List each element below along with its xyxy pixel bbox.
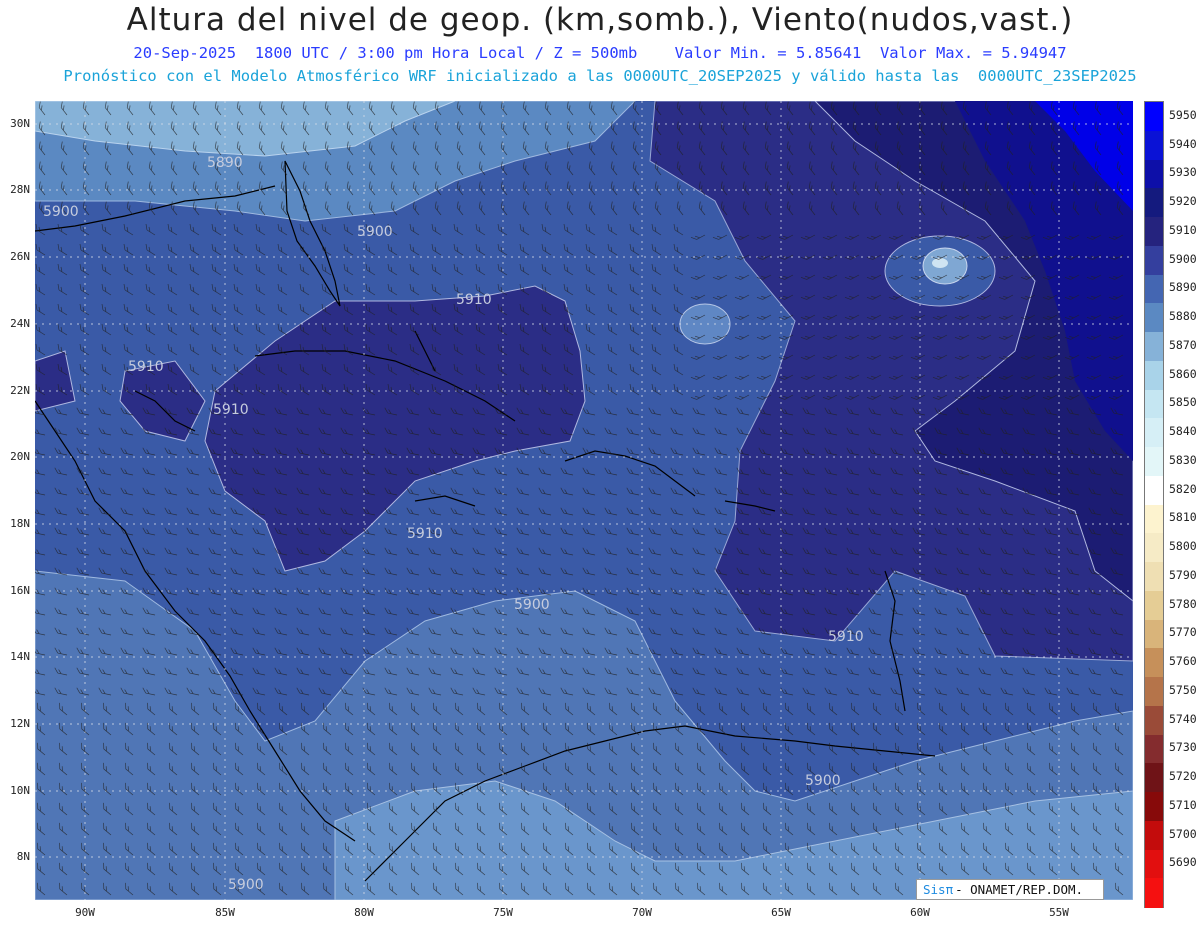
legend-level-label: 5740 bbox=[1169, 711, 1197, 726]
legend-level-label: 5780 bbox=[1169, 596, 1197, 611]
legend-level-label: 5890 bbox=[1169, 280, 1197, 295]
y-tick-label: 16N bbox=[10, 584, 30, 597]
credit-box: Sisπ - ONAMET/REP.DOM. bbox=[916, 879, 1104, 900]
y-tick-label: 12N bbox=[10, 717, 30, 730]
legend-level-label: 5950 bbox=[1169, 107, 1197, 122]
legend-swatch bbox=[1145, 332, 1163, 362]
y-tick-label: 10N bbox=[10, 784, 30, 797]
legend-swatch bbox=[1145, 705, 1163, 735]
x-tick-label: 80W bbox=[354, 906, 374, 919]
legend-level-label: 5860 bbox=[1169, 366, 1197, 381]
credit-symbol: Sisπ bbox=[923, 882, 954, 897]
contour-label: 5910 bbox=[828, 629, 864, 645]
legend-level-label: 5770 bbox=[1169, 625, 1197, 640]
legend-swatch bbox=[1145, 849, 1163, 879]
legend-level-label: 5840 bbox=[1169, 424, 1197, 438]
legend-level-label: 5750 bbox=[1169, 682, 1197, 697]
contour-label: 5910 bbox=[128, 359, 164, 375]
legend-swatch bbox=[1145, 533, 1163, 563]
contour-label: 5900 bbox=[357, 224, 393, 240]
legend-level-label: 5710 bbox=[1169, 797, 1197, 812]
legend-level-label: 5700 bbox=[1169, 826, 1197, 841]
legend-swatch bbox=[1145, 102, 1163, 132]
map-subtitle-model: Pronóstico con el Modelo Atmosférico WRF… bbox=[63, 67, 1137, 85]
y-tick-label: 8N bbox=[16, 850, 30, 863]
contour-label: 5890 bbox=[207, 155, 243, 171]
color-legend bbox=[1144, 101, 1164, 908]
legend-swatch bbox=[1145, 360, 1163, 390]
credit-text: - ONAMET/REP.DOM. bbox=[955, 882, 1084, 897]
y-tick-label: 22N bbox=[10, 384, 30, 397]
contour-label: 5910 bbox=[407, 526, 443, 542]
legend-swatch bbox=[1145, 648, 1163, 678]
legend-swatch bbox=[1145, 217, 1163, 247]
legend-swatch bbox=[1145, 792, 1163, 822]
y-tick-label: 30N bbox=[10, 117, 30, 130]
legend-swatch bbox=[1145, 274, 1163, 304]
legend-level-label: 5850 bbox=[1169, 395, 1197, 410]
legend-level-label: 5870 bbox=[1169, 337, 1197, 352]
legend-swatch bbox=[1145, 130, 1163, 160]
legend-swatch bbox=[1145, 447, 1163, 477]
legend-swatch bbox=[1145, 677, 1163, 707]
x-tick-label: 85W bbox=[215, 906, 235, 919]
contour-label: 5910 bbox=[213, 402, 249, 418]
y-tick-label: 20N bbox=[10, 450, 30, 463]
legend-swatch bbox=[1145, 619, 1163, 649]
legend-swatch bbox=[1145, 418, 1163, 448]
contour-label: 5900 bbox=[805, 773, 841, 789]
legend-swatch bbox=[1145, 820, 1163, 850]
legend-level-label: 5790 bbox=[1169, 567, 1197, 582]
legend-level-label: 5910 bbox=[1169, 222, 1197, 237]
legend-level-label: 5690 bbox=[1169, 855, 1197, 870]
legend-level-label: 5880 bbox=[1169, 309, 1197, 323]
x-tick-label: 65W bbox=[771, 906, 791, 919]
legend-swatch bbox=[1145, 562, 1163, 592]
legend-level-label: 5900 bbox=[1169, 251, 1197, 266]
legend-swatch bbox=[1145, 734, 1163, 764]
legend-swatch bbox=[1145, 475, 1163, 505]
legend-level-label: 5940 bbox=[1169, 136, 1197, 151]
legend-level-label: 5920 bbox=[1169, 194, 1197, 208]
x-tick-label: 90W bbox=[75, 906, 95, 919]
map-title: Altura del nivel de geop. (km,somb.), Vi… bbox=[126, 2, 1074, 38]
x-tick-label: 60W bbox=[910, 906, 930, 919]
map-subtitle-time: 20-Sep-2025 1800 UTC / 3:00 pm Hora Loca… bbox=[133, 44, 1067, 62]
legend-swatch bbox=[1145, 245, 1163, 275]
x-tick-label: 55W bbox=[1049, 906, 1069, 919]
legend-level-label: 5800 bbox=[1169, 539, 1197, 553]
y-tick-label: 28N bbox=[10, 183, 30, 196]
legend-swatch bbox=[1145, 763, 1163, 793]
legend-level-label: 5720 bbox=[1169, 769, 1197, 783]
contour-label: 5910 bbox=[456, 292, 492, 308]
y-tick-label: 26N bbox=[10, 250, 30, 263]
y-tick-label: 18N bbox=[10, 517, 30, 530]
legend-level-label: 5810 bbox=[1169, 510, 1197, 525]
contour-label: 5900 bbox=[228, 877, 264, 893]
legend-swatch bbox=[1145, 878, 1163, 908]
legend-level-label: 5830 bbox=[1169, 452, 1197, 467]
legend-level-label: 5930 bbox=[1169, 165, 1197, 180]
legend-swatch bbox=[1145, 188, 1163, 218]
geopotential-map: 5890 5900 5900 5910 5910 5910 5910 5900 … bbox=[35, 101, 1133, 900]
legend-level-label: 5730 bbox=[1169, 740, 1197, 755]
legend-swatch bbox=[1145, 389, 1163, 419]
legend-swatch bbox=[1145, 504, 1163, 534]
contour-label: 5900 bbox=[43, 204, 79, 220]
legend-swatch bbox=[1145, 590, 1163, 620]
contour-label: 5900 bbox=[514, 597, 550, 613]
y-tick-label: 24N bbox=[10, 317, 30, 330]
y-tick-label: 14N bbox=[10, 650, 30, 663]
x-tick-label: 70W bbox=[632, 906, 652, 919]
x-tick-label: 75W bbox=[493, 906, 513, 919]
legend-level-label: 5760 bbox=[1169, 654, 1197, 668]
legend-swatch bbox=[1145, 159, 1163, 189]
legend-level-label: 5820 bbox=[1169, 481, 1197, 496]
legend-swatch bbox=[1145, 303, 1163, 333]
